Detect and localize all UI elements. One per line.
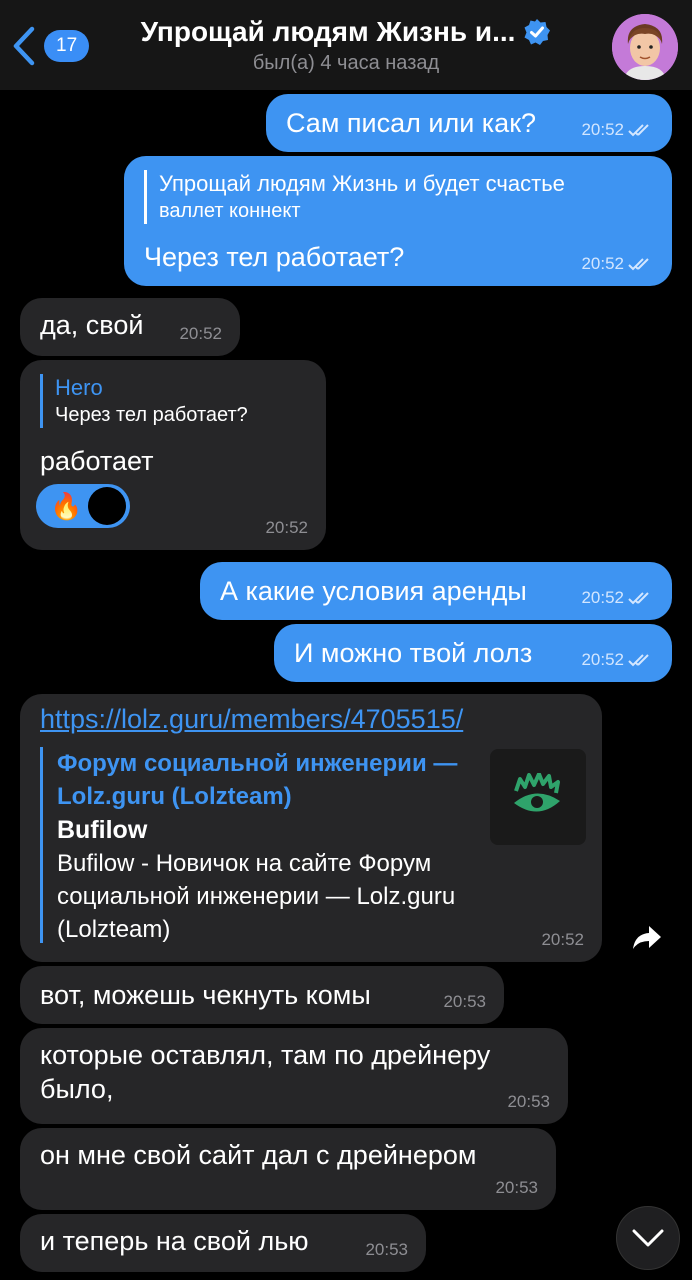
chevron-left-icon xyxy=(13,26,35,66)
link-preview[interactable]: Форум социальной инженерии — Lolz.guru (… xyxy=(40,747,586,943)
forward-icon[interactable] xyxy=(630,920,664,954)
reply-author: Упрощай людям Жизнь и будет счастье xyxy=(159,171,565,196)
message-bubble-incoming[interactable]: https://lolz.guru/members/4705515/ Форум… xyxy=(20,694,602,962)
preview-thumbnail xyxy=(490,749,586,845)
double-check-icon xyxy=(628,258,649,271)
double-check-icon xyxy=(628,654,649,667)
double-check-icon xyxy=(628,592,649,605)
double-check-icon xyxy=(628,124,649,137)
message-bubble-incoming[interactable]: которые оставлял, там по дрейнеру было, … xyxy=(20,1028,568,1124)
message-bubble-outgoing[interactable]: Сам писал или как? 20:52 xyxy=(266,94,672,152)
last-seen-status: был(а) 4 часа назад xyxy=(252,52,440,74)
avatar-portrait-icon xyxy=(612,14,678,80)
message-time: 20:52 xyxy=(581,254,654,274)
message-time: 20:53 xyxy=(495,1178,538,1197)
message-text: и теперь на свой лью xyxy=(40,1226,309,1256)
preview-site-name: Форум социальной инженерии — Lolz.guru (… xyxy=(57,750,458,810)
chat-title-area[interactable]: Упрощай людям Жизнь и... был(а) 4 часа н… xyxy=(120,16,572,75)
eye-logo-icon xyxy=(514,773,560,812)
reply-text: валлет коннект xyxy=(159,200,301,222)
message-text: которые оставлял, там по дрейнеру было, xyxy=(40,1040,491,1104)
unread-count-badge: 17 xyxy=(44,30,90,62)
message-time: 20:53 xyxy=(365,1240,408,1259)
chat-title: Упрощай людям Жизнь и... xyxy=(140,16,516,47)
reactor-avatar xyxy=(88,487,127,525)
reply-quote[interactable]: Hero Через тел работает? xyxy=(40,374,310,428)
message-time: 20:53 xyxy=(443,992,486,1011)
message-bubble-outgoing[interactable]: И можно твой лолз 20:52 xyxy=(274,624,672,682)
message-time: 20:52 xyxy=(265,518,308,537)
message-bubble-incoming[interactable]: вот, можешь чекнуть комы 20:53 xyxy=(20,966,504,1024)
message-text: Через тел работает? xyxy=(144,242,405,272)
avatar[interactable] xyxy=(612,14,678,80)
message-bubble-outgoing[interactable]: Упрощай людям Жизнь и будет счастье валл… xyxy=(124,156,672,286)
message-text: И можно твой лолз xyxy=(294,638,533,668)
verified-icon xyxy=(524,19,551,45)
message-time: 20:52 xyxy=(179,324,222,343)
message-time: 20:53 xyxy=(507,1092,550,1111)
preview-description: Bufilow - Новичок на сайте Форум социаль… xyxy=(57,850,456,943)
message-bubble-incoming[interactable]: Hero Через тел работает? работает 🔥 20:5… xyxy=(20,360,326,550)
back-button[interactable]: 17 xyxy=(10,25,90,67)
reaction-pill[interactable]: 🔥 xyxy=(36,484,131,528)
message-bubble-outgoing[interactable]: А какие условия аренды 20:52 xyxy=(200,562,672,620)
message-time: 20:52 xyxy=(541,930,584,949)
message-bubble-incoming[interactable]: и теперь на свой лью 20:53 xyxy=(20,1214,426,1272)
chevron-down-icon xyxy=(632,1229,664,1247)
message-text: Сам писал или как? xyxy=(286,108,537,138)
message-text: да, свой xyxy=(40,310,144,340)
reply-quote[interactable]: Упрощай людям Жизнь и будет счастье валл… xyxy=(144,170,654,224)
message-bubble-incoming[interactable]: да, свой 20:52 xyxy=(20,298,240,356)
message-time: 20:52 xyxy=(581,588,654,608)
message-text: работает xyxy=(40,446,154,476)
message-text: А какие условия аренды xyxy=(220,576,527,606)
fire-reaction-icon: 🔥 xyxy=(50,490,83,521)
scroll-to-bottom-button[interactable] xyxy=(616,1206,680,1270)
reply-author: Hero xyxy=(55,375,103,400)
chat-header: 17 Упрощай людям Жизнь и... был(а) 4 час… xyxy=(0,0,692,90)
reply-text: Через тел работает? xyxy=(55,404,248,426)
message-link[interactable]: https://lolz.guru/members/4705515/ xyxy=(40,704,463,734)
message-text: он мне свой сайт дал с дрейнером xyxy=(40,1140,477,1170)
message-time: 20:52 xyxy=(581,120,654,140)
message-text: вот, можешь чекнуть комы xyxy=(40,980,371,1010)
message-bubble-incoming[interactable]: он мне свой сайт дал с дрейнером 20:53 xyxy=(20,1128,556,1210)
message-time: 20:52 xyxy=(581,650,654,670)
